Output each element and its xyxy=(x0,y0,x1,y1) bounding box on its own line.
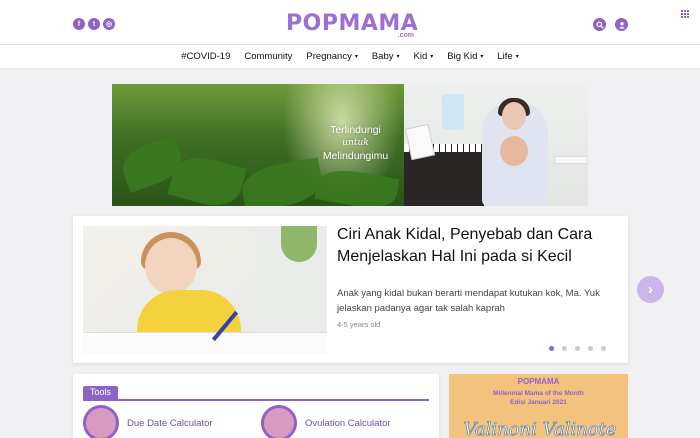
ovulation-icon xyxy=(261,405,297,438)
instagram-icon[interactable]: ◎ xyxy=(103,18,115,30)
apps-grid-icon[interactable] xyxy=(681,10,689,18)
promo-title: Millennial Mama of the Month xyxy=(493,390,584,397)
carousel-dot[interactable] xyxy=(562,346,567,351)
promo-card[interactable]: POPMAMA Millennial Mama of the Month Edi… xyxy=(449,374,628,438)
nav-label: Big Kid xyxy=(447,51,478,62)
logo-domain: .com xyxy=(397,32,414,39)
chevron-down-icon: ▾ xyxy=(515,53,519,60)
nav-label: Kid xyxy=(413,51,428,62)
nav-item-kid[interactable]: Kid ▾ xyxy=(414,51,434,62)
nav-item-big-kid[interactable]: Big Kid ▾ xyxy=(447,51,483,62)
chevron-down-icon: ▾ xyxy=(480,53,484,60)
nav-label: Life xyxy=(497,51,513,62)
banner-line: Melindungimu xyxy=(322,150,389,162)
chevron-down-icon: ▾ xyxy=(430,53,434,60)
banner-line: untuk xyxy=(342,138,369,148)
divider xyxy=(83,399,429,401)
nav-item-pregnancy[interactable]: Pregnancy ▾ xyxy=(306,51,357,62)
nav-item-baby[interactable]: Baby ▾ xyxy=(372,51,400,62)
carousel-indicators xyxy=(549,346,606,351)
ad-banner[interactable]: Terlindungi untuk Melindungimu xyxy=(112,84,588,206)
carousel-dot[interactable] xyxy=(588,346,593,351)
article-description: Anak yang kidal bukan berarti mendapat k… xyxy=(337,288,600,314)
nav-label: Baby xyxy=(371,51,394,62)
chevron-right-icon: › xyxy=(648,281,653,298)
tool-label: Due Date Calculator xyxy=(127,417,213,429)
nav-label: #COVID-19 xyxy=(181,51,231,62)
carousel-next-button[interactable]: › xyxy=(637,276,664,303)
carousel-dot[interactable] xyxy=(575,346,580,351)
user-icon[interactable] xyxy=(615,18,628,31)
promo-script-text: Valinoni Valinote xyxy=(463,419,617,438)
nav-item-life[interactable]: Life ▾ xyxy=(497,51,518,62)
tools-panel: Tools Due Date Calculator Ovulation Calc… xyxy=(73,374,439,438)
header-actions xyxy=(593,18,628,31)
carousel-dot[interactable] xyxy=(601,346,606,351)
main-nav: #COVID-19 Community Pregnancy ▾ Baby ▾ Kid… xyxy=(0,45,700,68)
chevron-down-icon: ▾ xyxy=(396,53,400,60)
nav-item-covid[interactable]: #COVID-19 xyxy=(181,51,230,62)
banner-headline: Terlindungi untuk Melindungimu xyxy=(308,124,403,163)
tool-due-date[interactable]: Due Date Calculator xyxy=(83,405,213,438)
facebook-icon[interactable]: f xyxy=(73,18,85,30)
nav-label: Community xyxy=(244,51,293,62)
chevron-down-icon: ▾ xyxy=(354,53,358,60)
tools-heading: Tools xyxy=(83,386,119,399)
tool-label: Ovulation Calculator xyxy=(305,417,391,429)
social-links: f t ◎ xyxy=(73,18,115,30)
site-header: f t ◎ POPMAMA .com xyxy=(0,0,700,45)
search-icon[interactable] xyxy=(593,18,606,31)
promo-brand: POPMAMA xyxy=(517,377,560,386)
mother-piano-image xyxy=(404,84,588,206)
promo-edition: Edisi Januari 2021 xyxy=(510,399,567,406)
site-logo[interactable]: POPMAMA .com xyxy=(286,11,419,43)
article-age-tag[interactable]: 4-5 years old xyxy=(337,320,380,329)
logo-text: POPMAMA xyxy=(286,11,419,36)
featured-article-card[interactable]: Ciri Anak Kidal, Penyebab dan Cara Menje… xyxy=(73,216,628,363)
tool-ovulation[interactable]: Ovulation Calculator xyxy=(261,405,391,438)
nav-label: Pregnancy xyxy=(306,51,352,62)
pregnant-woman-icon xyxy=(83,405,119,438)
carousel-dot[interactable] xyxy=(549,346,554,351)
twitter-icon[interactable]: t xyxy=(88,18,100,30)
article-thumbnail[interactable] xyxy=(83,226,327,354)
banner-line: Terlindungi xyxy=(330,124,381,136)
article-title[interactable]: Ciri Anak Kidal, Penyebab dan Cara Menje… xyxy=(337,224,617,268)
nav-item-community[interactable]: Community xyxy=(244,51,292,62)
